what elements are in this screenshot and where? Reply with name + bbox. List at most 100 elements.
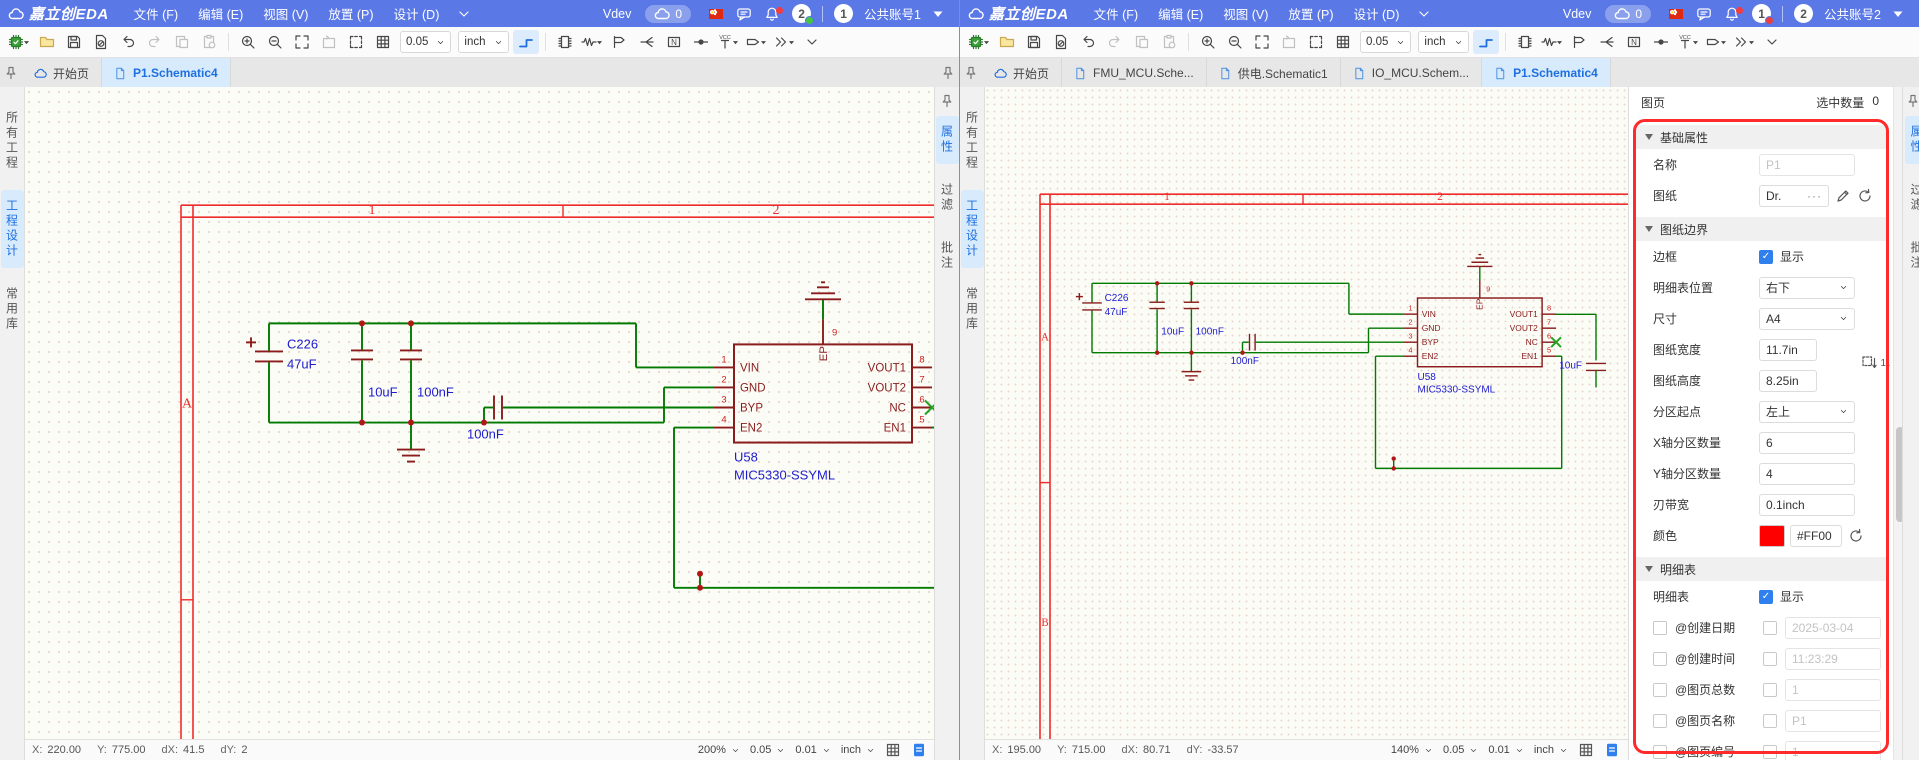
checkbox[interactable]: ✓ [1759,590,1773,604]
unit-select[interactable]: inch [1418,31,1468,53]
collapse-left-dock-icon[interactable] [960,58,982,88]
X轴分区数量-input[interactable]: 6 [1759,432,1855,454]
status-dropdown[interactable]: 0.05 [1443,744,1478,756]
zoom-out-button[interactable] [1222,30,1248,54]
sheet-template-input[interactable]: Dr.··· [1759,185,1829,207]
menu-item[interactable]: 放置 (P) [1279,2,1342,25]
Y轴分区数量-input[interactable]: 4 [1759,463,1855,485]
dock-item[interactable]: 过滤 [936,174,959,222]
menu-item[interactable]: 文件 (F) [125,2,187,25]
undo-button[interactable] [115,30,141,54]
collapse-icon[interactable] [1645,566,1653,572]
app-logo[interactable]: 嘉立创EDA [8,3,109,24]
menu-item[interactable]: 设计 (D) [385,2,449,25]
more-button[interactable]: ··· [1807,189,1822,203]
status-dropdown[interactable]: inch [841,744,875,756]
unit-select[interactable]: inch [458,31,508,53]
account-caret-icon[interactable] [925,6,951,22]
tab[interactable]: P1.Schematic4 [102,58,231,88]
menu-item[interactable]: 编辑 (E) [1149,2,1212,25]
status-dropdown[interactable]: 140% [1391,744,1433,756]
grid-setting-button[interactable] [370,30,396,54]
zoom-in-button[interactable] [235,30,261,54]
zoom-out-button[interactable] [262,30,288,54]
place-power-button[interactable]: VCC [1675,30,1702,54]
open-button[interactable] [34,30,60,54]
more-tools-button[interactable] [1759,30,1785,54]
collaborator-avatar[interactable]: 1 [1752,4,1771,23]
select-tool-button[interactable] [343,30,369,54]
place-junction-button[interactable] [688,30,714,54]
menu-overflow-icon[interactable] [1410,6,1438,22]
reset-color-button[interactable] [1848,528,1864,544]
明细表位置-select[interactable]: 右下 [1759,277,1855,299]
place-net-label-button[interactable]: N [1621,30,1647,54]
checkbox[interactable]: ✓ [1759,250,1773,264]
collapse-right-dock-icon[interactable] [937,58,959,88]
checkbox[interactable] [1763,714,1777,728]
wire-tool-button[interactable] [1473,30,1499,54]
color-swatch[interactable] [1759,525,1785,547]
status-dropdown[interactable]: 0.05 [750,744,785,756]
notifications-icon[interactable] [759,6,785,22]
place-resistor-button[interactable] [1539,30,1566,54]
section-header[interactable]: 基础属性 [1635,125,1887,149]
tab[interactable]: IO_MCU.Schem... [1341,58,1482,88]
status-snap-icon[interactable] [911,742,927,758]
status-dropdown[interactable]: 0.01 [1488,744,1523,756]
dock-item[interactable]: 工程设计 [1,190,24,268]
version-label[interactable]: Vdev [1563,7,1592,21]
place-component-button[interactable] [1512,30,1538,54]
grid-size-select[interactable]: 0.05 [1360,31,1411,53]
account-caret-icon[interactable] [1885,6,1911,22]
collapse-icon[interactable] [1645,226,1653,232]
grid-setting-button[interactable] [1330,30,1356,54]
checkbox[interactable] [1653,652,1667,666]
checkbox[interactable] [1653,683,1667,697]
zoom-in-button[interactable] [1195,30,1221,54]
dock-item[interactable]: 批注 [1905,232,1919,280]
grid-size-select[interactable]: 0.05 [400,31,451,53]
open-button[interactable] [994,30,1020,54]
刃带宽-input[interactable]: 0.1inch [1759,494,1855,516]
menu-item[interactable]: 视图 (V) [1214,2,1277,25]
new-design-button[interactable] [6,30,33,54]
checkbox[interactable] [1763,621,1777,635]
place-port-button[interactable] [1567,30,1593,54]
collapse-left-dock-icon[interactable] [0,58,22,88]
分区起点-select[interactable]: 左上 [1759,401,1855,423]
tab[interactable]: 开始页 [22,58,102,88]
checkbox[interactable] [1763,652,1777,666]
menu-item[interactable]: 放置 (P) [319,2,382,25]
panel-pin-icon[interactable] [1905,87,1919,111]
sync-status[interactable]: 0 [645,5,691,23]
checkbox[interactable] [1763,745,1777,759]
zoom-fit-button[interactable] [1249,30,1275,54]
checkbox[interactable] [1653,745,1667,759]
place-bus-button[interactable] [1731,30,1758,54]
dock-item[interactable]: 常用库 [1,278,24,341]
notifications-icon[interactable] [1719,6,1745,22]
zoom-fit-button[interactable] [289,30,315,54]
status-snap-icon[interactable] [1604,742,1620,758]
status-dropdown[interactable]: 200% [698,744,740,756]
dock-item[interactable]: 常用库 [961,278,984,341]
new-design-button[interactable] [966,30,993,54]
status-grid-icon[interactable] [1578,742,1594,758]
account-avatar[interactable]: 1 [834,4,853,23]
place-net-port-button[interactable] [743,30,770,54]
dock-item[interactable]: 工程设计 [961,190,984,268]
dock-item[interactable]: 所有工程 [1,102,24,180]
undo-button[interactable] [1075,30,1101,54]
menu-item[interactable]: 文件 (F) [1085,2,1147,25]
tab[interactable]: 供电.Schematic1 [1207,58,1341,88]
checkbox[interactable] [1763,683,1777,697]
名称-input[interactable]: P1 [1759,154,1855,176]
language-flag-icon[interactable] [1663,6,1689,22]
place-component-button[interactable] [552,30,578,54]
export-button[interactable] [1048,30,1074,54]
status-dropdown[interactable]: inch [1534,744,1568,756]
color-value-input[interactable]: #FF00 [1790,525,1842,547]
dock-item[interactable]: 所有工程 [961,102,984,180]
图纸高度-input[interactable]: 8.25in [1759,370,1817,392]
